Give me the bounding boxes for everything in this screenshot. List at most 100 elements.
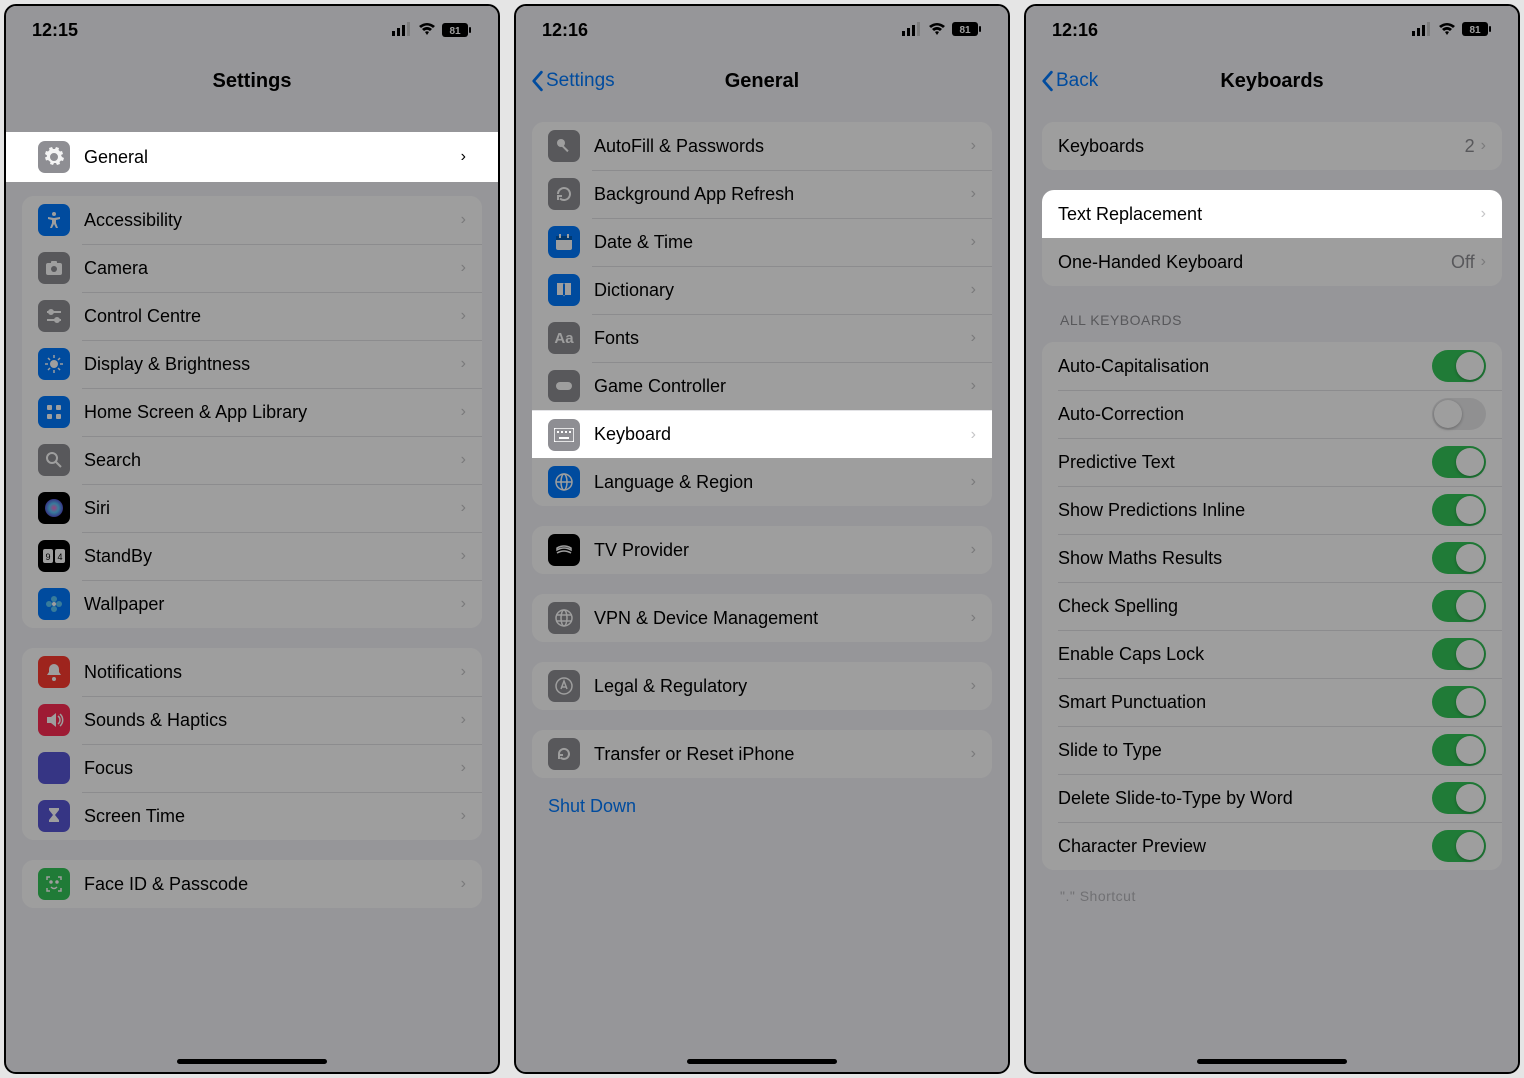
row-vpn-device-management[interactable]: VPN & Device Management› bbox=[532, 594, 992, 642]
keyboards-count-group: Keyboards 2 › bbox=[1042, 122, 1502, 170]
settings-screen: 12:15 81 Settings General › Accessibilit… bbox=[4, 4, 500, 1074]
toggle-switch[interactable] bbox=[1432, 494, 1486, 526]
cellular-icon bbox=[1412, 20, 1432, 41]
row-slide-to-type[interactable]: Slide to Type bbox=[1042, 726, 1502, 774]
chevron-right-icon: › bbox=[971, 473, 976, 491]
general-group-1: AutoFill & Passwords›Background App Refr… bbox=[532, 122, 992, 506]
chevron-right-icon: › bbox=[461, 211, 466, 229]
chevron-right-icon: › bbox=[1481, 253, 1486, 271]
chevron-right-icon: › bbox=[461, 307, 466, 325]
nav-bar: Settings bbox=[6, 54, 498, 108]
row-wallpaper[interactable]: Wallpaper› bbox=[22, 580, 482, 628]
row-label: Show Predictions Inline bbox=[1058, 500, 1432, 521]
wifi-icon bbox=[418, 20, 436, 41]
row-value: Off bbox=[1451, 252, 1475, 273]
chevron-right-icon: › bbox=[461, 711, 466, 729]
row-auto-capitalisation[interactable]: Auto-Capitalisation bbox=[1042, 342, 1502, 390]
row-label: Focus bbox=[84, 758, 461, 779]
row-auto-correction[interactable]: Auto-Correction bbox=[1042, 390, 1502, 438]
row-predictive-text[interactable]: Predictive Text bbox=[1042, 438, 1502, 486]
row-notifications[interactable]: Notifications› bbox=[22, 648, 482, 696]
status-bar: 12:15 81 bbox=[6, 6, 498, 54]
toggle-switch[interactable] bbox=[1432, 782, 1486, 814]
row-autofill-passwords[interactable]: AutoFill & Passwords› bbox=[532, 122, 992, 170]
row-check-spelling[interactable]: Check Spelling bbox=[1042, 582, 1502, 630]
row-legal-regulatory[interactable]: Legal & Regulatory› bbox=[532, 662, 992, 710]
toggle-switch[interactable] bbox=[1432, 350, 1486, 382]
row-one-handed[interactable]: One-Handed Keyboard Off › bbox=[1042, 238, 1502, 286]
chevron-right-icon: › bbox=[971, 377, 976, 395]
row-label: Display & Brightness bbox=[84, 354, 461, 375]
toggle-switch[interactable] bbox=[1432, 638, 1486, 670]
row-delete-slide-to-type-by-word[interactable]: Delete Slide-to-Type by Word bbox=[1042, 774, 1502, 822]
home-indicator[interactable] bbox=[687, 1059, 837, 1064]
page-title: Keyboards bbox=[1220, 70, 1323, 93]
globe-icon bbox=[548, 466, 580, 498]
home-indicator[interactable] bbox=[1197, 1059, 1347, 1064]
toggle-switch[interactable] bbox=[1432, 686, 1486, 718]
calendar-icon bbox=[548, 226, 580, 258]
row-date-time[interactable]: Date & Time› bbox=[532, 218, 992, 266]
chevron-right-icon: › bbox=[971, 329, 976, 347]
wifi-icon bbox=[1438, 20, 1456, 41]
toggle-switch[interactable] bbox=[1432, 446, 1486, 478]
row-enable-caps-lock[interactable]: Enable Caps Lock bbox=[1042, 630, 1502, 678]
row-display-brightness[interactable]: Display & Brightness› bbox=[22, 340, 482, 388]
toggle-switch[interactable] bbox=[1432, 590, 1486, 622]
row-home-screen-app-library[interactable]: Home Screen & App Library› bbox=[22, 388, 482, 436]
row-label: Screen Time bbox=[84, 806, 461, 827]
settings-group-3: Face ID & Passcode› bbox=[22, 860, 482, 908]
tv-icon bbox=[548, 534, 580, 566]
row-camera[interactable]: Camera› bbox=[22, 244, 482, 292]
row-general[interactable]: General › bbox=[6, 132, 498, 182]
moon-icon bbox=[38, 752, 70, 784]
row-text-replacement[interactable]: Text Replacement › bbox=[1042, 190, 1502, 238]
chevron-right-icon: › bbox=[971, 541, 976, 559]
row-label: Keyboard bbox=[594, 424, 971, 445]
row-keyboards[interactable]: Keyboards 2 › bbox=[1042, 122, 1502, 170]
toggles-group: Auto-Capitalisation Auto-Correction Predic… bbox=[1042, 342, 1502, 870]
row-transfer-or-reset-iphone[interactable]: Transfer or Reset iPhone› bbox=[532, 730, 992, 778]
group-header-all-keyboards: ALL KEYBOARDS bbox=[1026, 312, 1518, 328]
row-focus[interactable]: Focus› bbox=[22, 744, 482, 792]
back-button[interactable]: Back bbox=[1040, 70, 1098, 92]
row-fonts[interactable]: AaFonts› bbox=[532, 314, 992, 362]
row-siri[interactable]: Siri› bbox=[22, 484, 482, 532]
chevron-right-icon: › bbox=[461, 759, 466, 777]
row-show-maths-results[interactable]: Show Maths Results bbox=[1042, 534, 1502, 582]
row-value: 2 bbox=[1465, 136, 1475, 157]
row-keyboard[interactable]: Keyboard › bbox=[532, 410, 992, 458]
toggle-switch[interactable] bbox=[1432, 542, 1486, 574]
row-game-controller[interactable]: Game Controller› bbox=[532, 362, 992, 410]
row-accessibility[interactable]: Accessibility› bbox=[22, 196, 482, 244]
row-label: Auto-Correction bbox=[1058, 404, 1432, 425]
row-search[interactable]: Search› bbox=[22, 436, 482, 484]
toggle-switch[interactable] bbox=[1432, 734, 1486, 766]
svg-text:81: 81 bbox=[1469, 25, 1481, 36]
battery-icon: 81 bbox=[1462, 20, 1492, 41]
row-background-app-refresh[interactable]: Background App Refresh› bbox=[532, 170, 992, 218]
row-screen-time[interactable]: Screen Time› bbox=[22, 792, 482, 840]
accessibility-icon bbox=[38, 204, 70, 236]
toggle-switch[interactable] bbox=[1432, 398, 1486, 430]
row-label: Dictionary bbox=[594, 280, 971, 301]
row-tv-provider[interactable]: TV Provider› bbox=[532, 526, 992, 574]
home-indicator[interactable] bbox=[177, 1059, 327, 1064]
row-language-region[interactable]: Language & Region› bbox=[532, 458, 992, 506]
row-control-centre[interactable]: Control Centre› bbox=[22, 292, 482, 340]
row-character-preview[interactable]: Character Preview bbox=[1042, 822, 1502, 870]
sliders-icon bbox=[38, 300, 70, 332]
text-replace-group: Text Replacement › One-Handed Keyboard O… bbox=[1042, 190, 1502, 286]
vpn-icon bbox=[548, 602, 580, 634]
toggle-switch[interactable] bbox=[1432, 830, 1486, 862]
row-smart-punctuation[interactable]: Smart Punctuation bbox=[1042, 678, 1502, 726]
row-face-id-passcode[interactable]: Face ID & Passcode› bbox=[22, 860, 482, 908]
flower-icon bbox=[38, 588, 70, 620]
row-dictionary[interactable]: Dictionary› bbox=[532, 266, 992, 314]
back-button[interactable]: Settings bbox=[530, 70, 615, 92]
row-sounds-haptics[interactable]: Sounds & Haptics› bbox=[22, 696, 482, 744]
row-show-predictions-inline[interactable]: Show Predictions Inline bbox=[1042, 486, 1502, 534]
shut-down-button[interactable]: Shut Down bbox=[516, 778, 1008, 835]
hourglass-icon bbox=[38, 800, 70, 832]
row-standby[interactable]: 94StandBy› bbox=[22, 532, 482, 580]
